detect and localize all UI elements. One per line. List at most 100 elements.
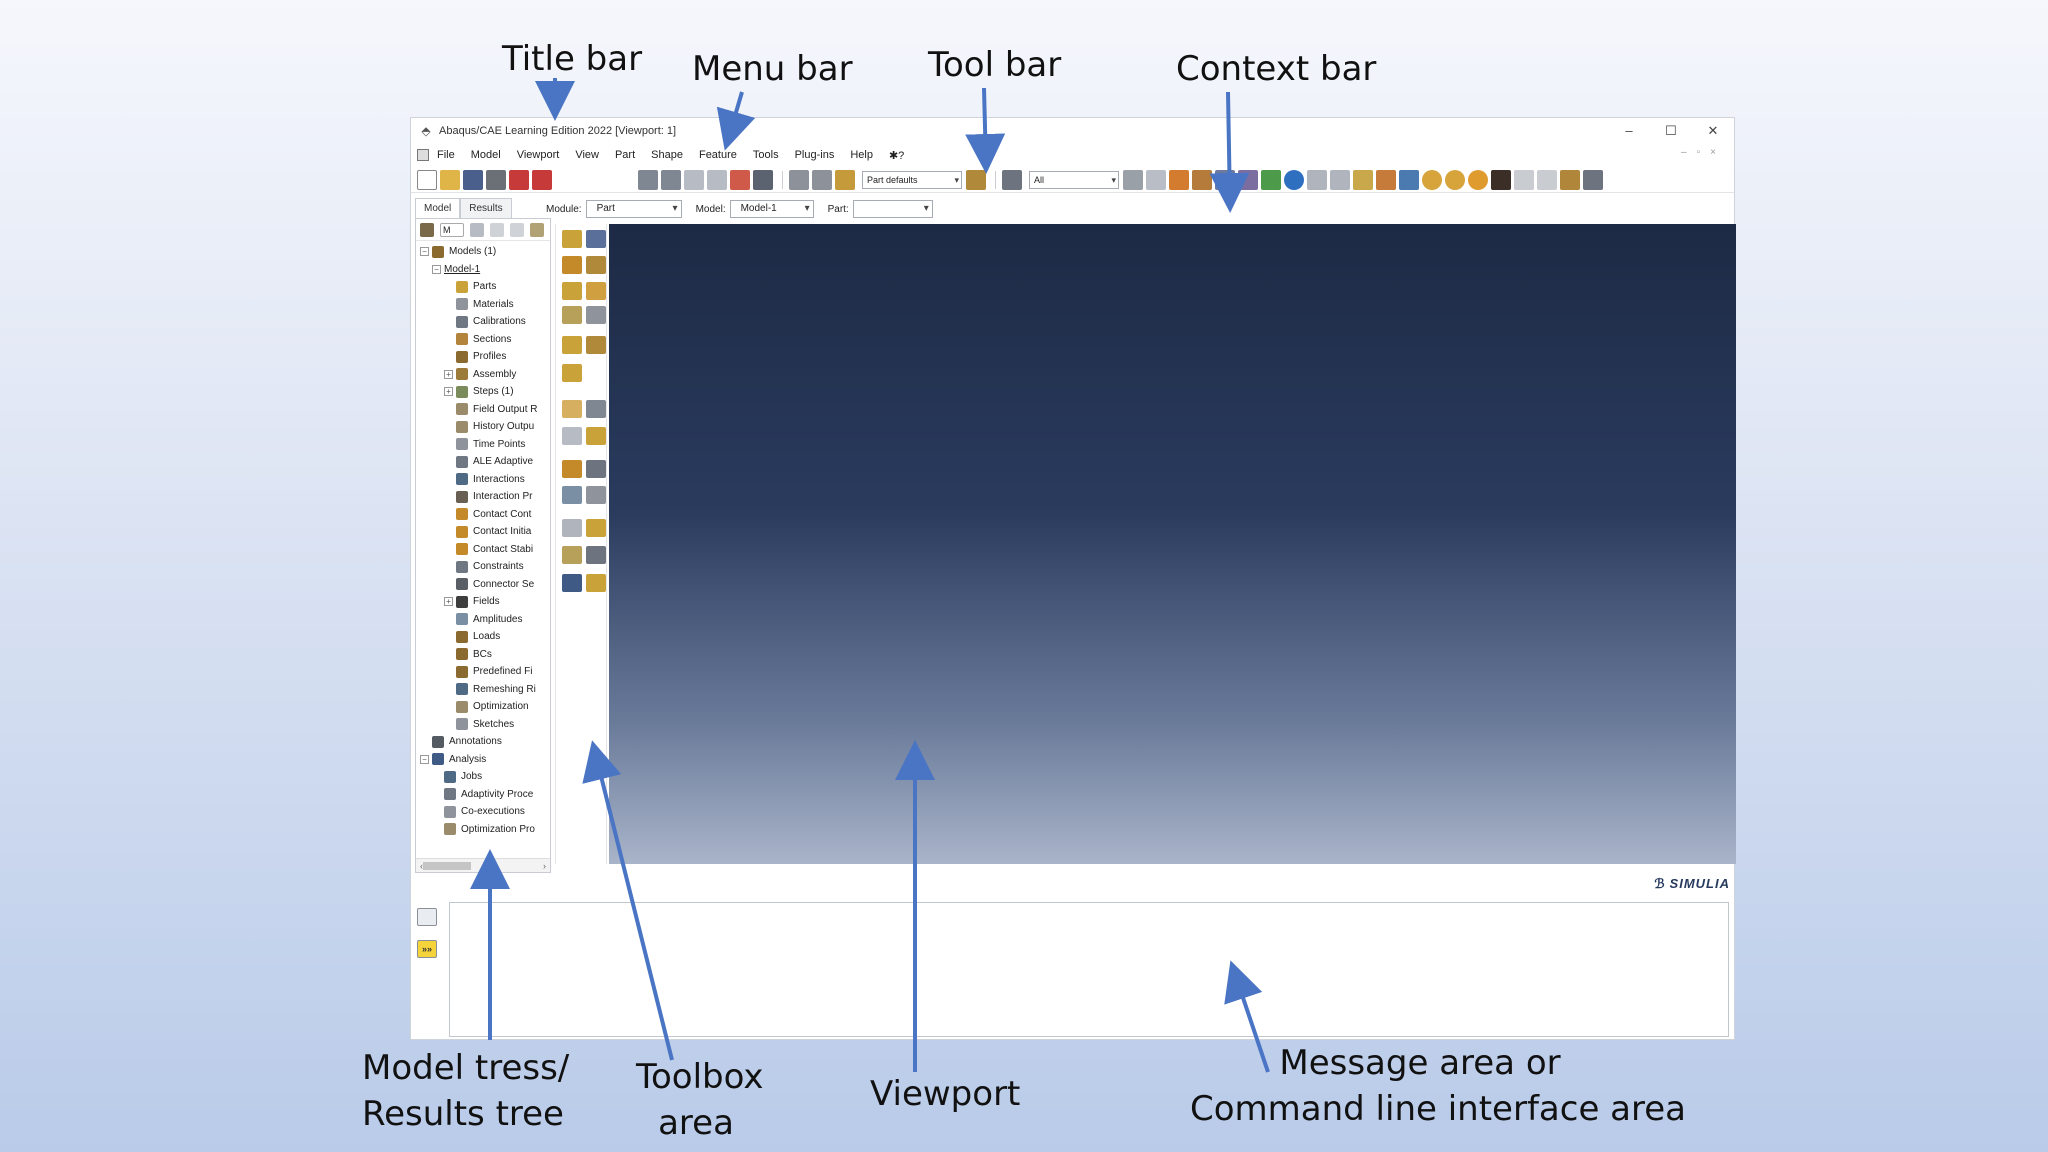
toolbox-tool-icon[interactable] xyxy=(562,460,582,478)
highlight-icon[interactable] xyxy=(1468,169,1488,190)
tree-node[interactable]: − Model-1 xyxy=(416,261,550,279)
toolbox-tool-icon[interactable] xyxy=(586,574,606,592)
collapse-icon[interactable]: − xyxy=(432,264,441,274)
new-file-icon[interactable] xyxy=(417,169,437,190)
tree-node[interactable]: − Analysis xyxy=(416,751,550,769)
select-mode-icon[interactable] xyxy=(1123,169,1143,190)
scroll-right-icon[interactable]: › xyxy=(543,861,546,871)
command-line-icon[interactable]: »» xyxy=(417,940,437,958)
tree-combo[interactable]: M xyxy=(440,222,464,237)
minimize-button[interactable]: – xyxy=(1608,118,1650,144)
render-style-icon[interactable] xyxy=(966,169,986,190)
query-icon[interactable] xyxy=(789,169,809,190)
tree-horizontal-scrollbar[interactable]: ‹ › xyxy=(416,858,550,872)
expand-icon[interactable]: + xyxy=(444,597,453,607)
select-cursor-icon[interactable] xyxy=(1002,169,1022,190)
menu-file[interactable]: File xyxy=(437,149,455,161)
tree-node[interactable]: Loads xyxy=(416,628,550,646)
toolbox-tool-icon[interactable] xyxy=(586,306,606,324)
rotate-icon[interactable] xyxy=(661,169,681,190)
tree-node[interactable]: Optimization xyxy=(416,698,550,716)
tree-node[interactable]: Interaction Pr xyxy=(416,488,550,506)
toolbox-tool-icon[interactable] xyxy=(562,546,582,564)
cycle-views-icon[interactable] xyxy=(753,169,773,190)
tree-node[interactable]: Calibrations xyxy=(416,313,550,331)
tree-node[interactable]: Sketches xyxy=(416,716,550,734)
context-help-icon[interactable]: ✱? xyxy=(889,149,904,162)
tree-node[interactable]: Constraints xyxy=(416,558,550,576)
menu-help[interactable]: Help xyxy=(850,149,873,161)
datum-icon[interactable] xyxy=(1192,169,1212,190)
scroll-thumb[interactable] xyxy=(423,861,471,870)
toolbox-tool-icon[interactable] xyxy=(586,256,606,274)
tree-node[interactable]: Optimization Pro xyxy=(416,821,550,839)
toolbox-tool-icon[interactable] xyxy=(562,574,582,592)
view-left-icon[interactable] xyxy=(1307,169,1327,190)
toolbox-tool-icon[interactable] xyxy=(562,486,582,504)
view-right-icon[interactable] xyxy=(1330,169,1350,190)
toolbox-tool-icon[interactable] xyxy=(586,546,606,564)
expand-icon[interactable]: + xyxy=(444,387,453,397)
selection-filter-select[interactable]: All xyxy=(1029,170,1119,189)
toolbox-tool-icon[interactable] xyxy=(562,364,582,382)
part-select[interactable] xyxy=(852,200,933,218)
tree-node[interactable]: Time Points xyxy=(416,436,550,454)
tree-node[interactable]: − Models (1) xyxy=(416,243,550,261)
tree-node[interactable]: Contact Stabi xyxy=(416,541,550,559)
shaded-view-icon[interactable] xyxy=(1261,169,1281,190)
part-defaults-select[interactable]: Part defaults xyxy=(862,170,962,189)
tree-highlight-icon[interactable] xyxy=(510,222,524,237)
tree-node[interactable]: BCs xyxy=(416,646,550,664)
tree-node[interactable]: Contact Cont xyxy=(416,506,550,524)
maximize-button[interactable]: ☐ xyxy=(1650,118,1692,144)
part-defaults-icon[interactable] xyxy=(835,169,855,190)
menu-view[interactable]: View xyxy=(575,149,599,161)
menu-part[interactable]: Part xyxy=(615,149,635,161)
message-area-icon[interactable] xyxy=(417,908,437,926)
toolbox-tool-icon[interactable] xyxy=(562,336,582,354)
tree-node[interactable]: Field Output R xyxy=(416,401,550,419)
collapse-icon[interactable]: − xyxy=(420,247,429,257)
tree-node[interactable]: Profiles xyxy=(416,348,550,366)
expand-collapse-icon[interactable] xyxy=(470,222,484,237)
tree-node[interactable]: Co-executions xyxy=(416,803,550,821)
toolbox-tool-icon[interactable] xyxy=(562,519,582,537)
front-view-icon[interactable] xyxy=(1238,169,1258,190)
abaqus-red-icon-2[interactable] xyxy=(532,169,552,190)
view-top-icon[interactable] xyxy=(1353,169,1373,190)
tree-node[interactable]: Parts xyxy=(416,278,550,296)
viewport[interactable] xyxy=(609,224,1736,864)
info-icon[interactable] xyxy=(1284,169,1304,190)
toolbox-tool-icon[interactable] xyxy=(562,256,582,274)
boolean-icon-1[interactable] xyxy=(1422,169,1442,190)
tree-copy-icon[interactable] xyxy=(490,222,504,237)
color-code-icon[interactable] xyxy=(1169,169,1189,190)
tools-icon[interactable] xyxy=(1560,169,1580,190)
toolbox-tool-icon[interactable] xyxy=(562,230,582,248)
layers-icon[interactable] xyxy=(812,169,832,190)
expand-icon[interactable]: + xyxy=(444,369,453,379)
message-area[interactable] xyxy=(449,902,1729,1037)
toolbox-tool-icon[interactable] xyxy=(562,427,582,445)
tree-node[interactable]: Annotations xyxy=(416,733,550,751)
open-file-icon[interactable] xyxy=(440,169,460,190)
toolbox-tool-icon[interactable] xyxy=(562,306,582,324)
tree-node[interactable]: + Assembly xyxy=(416,366,550,384)
system-menu-icon[interactable] xyxy=(417,149,429,161)
menu-tools[interactable]: Tools xyxy=(753,149,779,161)
redo-icon[interactable] xyxy=(1537,169,1557,190)
display-group-icon[interactable] xyxy=(1399,169,1419,190)
tree-bulb-icon[interactable] xyxy=(530,222,544,237)
iso-view-icon[interactable] xyxy=(1215,169,1235,190)
tab-model[interactable]: Model xyxy=(415,198,461,218)
tree-node[interactable]: Remeshing Ri xyxy=(416,681,550,699)
tree-node[interactable]: Contact Initia xyxy=(416,523,550,541)
toolbox-tool-icon[interactable] xyxy=(586,519,606,537)
pan-icon[interactable] xyxy=(638,169,658,190)
tree-node[interactable]: + Fields xyxy=(416,593,550,611)
magnify-icon[interactable] xyxy=(684,169,704,190)
tab-results[interactable]: Results xyxy=(460,198,512,218)
menu-feature[interactable]: Feature xyxy=(699,149,737,161)
boolean-icon-2[interactable] xyxy=(1445,169,1465,190)
toolbox-tool-icon[interactable] xyxy=(586,230,606,248)
